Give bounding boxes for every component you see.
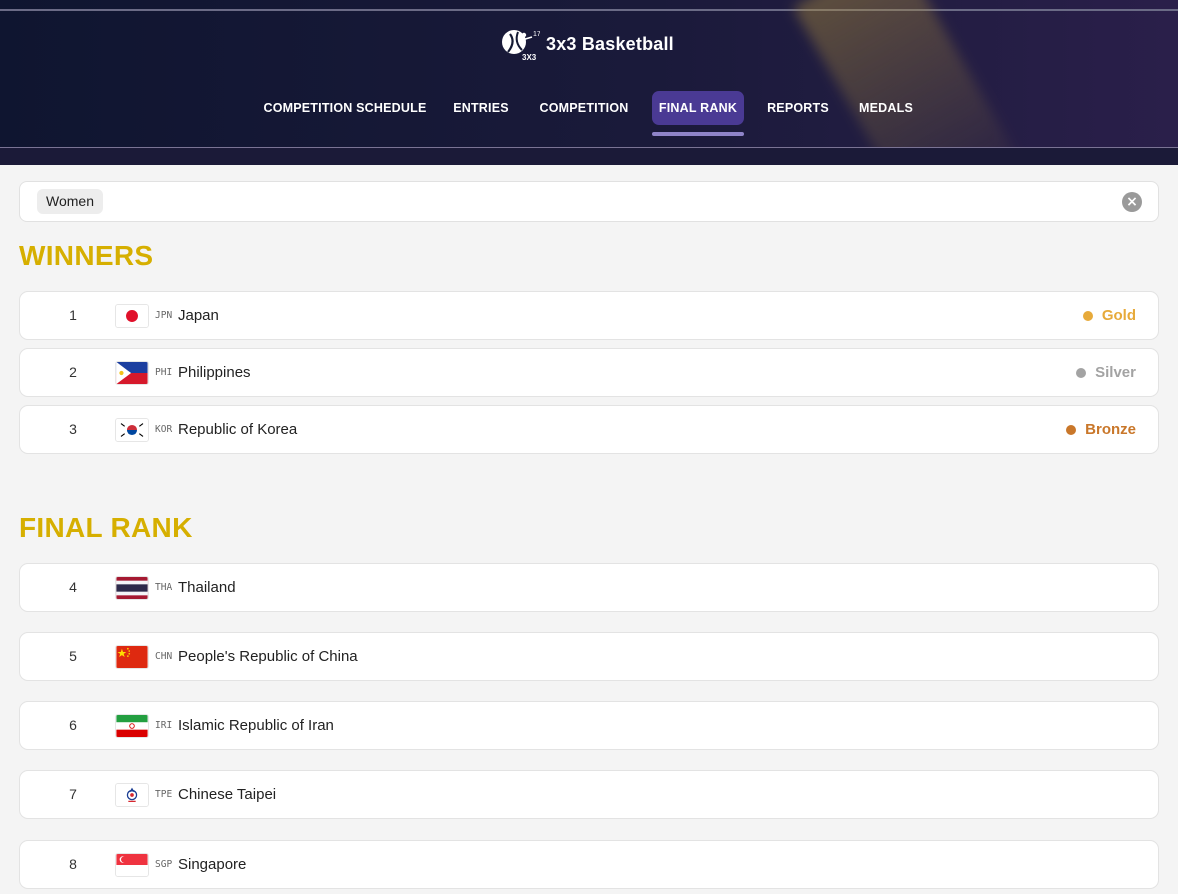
svg-text:17: 17 (533, 31, 540, 38)
filter-bar[interactable]: Women × (19, 181, 1159, 222)
rank-number: 3 (69, 421, 77, 437)
table-row[interactable]: 5 CHN People's Republic of China (19, 632, 1159, 681)
country-name[interactable]: Japan (178, 292, 219, 339)
winners-title: WINNERS (19, 240, 154, 271)
country-code: IRI (155, 720, 173, 731)
brand[interactable]: 17 3X3 3x3 Basketball (500, 26, 674, 62)
rank-number: 7 (69, 786, 77, 802)
iran-flag-icon (115, 714, 149, 738)
china-flag-icon (115, 645, 149, 669)
tab-medals[interactable]: MEDALS (855, 91, 917, 125)
table-row[interactable]: 1 JPN Japan Gold (19, 291, 1159, 340)
basketball-player-logo-icon: 17 3X3 (500, 26, 541, 62)
country-code: SGP (155, 859, 173, 870)
singapore-flag-icon (115, 853, 149, 877)
medal-text: Silver (1095, 364, 1136, 381)
chinese-taipei-flag-icon (115, 783, 149, 807)
medal-label: Silver (1076, 349, 1136, 396)
rank-number: 4 (69, 579, 77, 595)
tab-competition[interactable]: COMPETITION (536, 91, 632, 125)
bronze-medal-dot-icon (1066, 425, 1077, 435)
philippines-flag-icon (115, 361, 149, 385)
final-rank-title: FINAL RANK (19, 512, 193, 543)
gender-filter-chip[interactable]: Women (37, 189, 103, 214)
country-name[interactable]: People's Republic of China (178, 633, 358, 680)
rank-number: 8 (69, 856, 77, 872)
korea-flag-icon (115, 418, 149, 442)
country-name[interactable]: Thailand (178, 564, 236, 611)
tab-reports[interactable]: REPORTS (764, 91, 832, 125)
rank-number: 1 (69, 307, 77, 323)
rank-number: 2 (69, 364, 77, 380)
table-row[interactable]: 3 KOR Republic of Korea Bronze (19, 405, 1159, 454)
main-nav: COMPETITION SCHEDULE ENTRIES COMPETITION… (0, 91, 1178, 125)
country-name[interactable]: Islamic Republic of Iran (178, 702, 334, 749)
table-row[interactable]: 8 SGP Singapore (19, 840, 1159, 889)
table-row[interactable]: 2 PHI Philippines Silver (19, 348, 1159, 397)
country-name[interactable]: Republic of Korea (178, 406, 297, 453)
active-tab-indicator (652, 132, 744, 136)
country-name[interactable]: Philippines (178, 349, 251, 396)
app-title: 3x3 Basketball (546, 33, 674, 54)
country-code: KOR (155, 424, 173, 435)
svg-text:3X3: 3X3 (522, 53, 537, 62)
country-name[interactable]: Chinese Taipei (178, 771, 276, 818)
table-row[interactable]: 6 IRI Islamic Republic of Iran (19, 701, 1159, 750)
country-code: THA (155, 582, 173, 593)
country-code: CHN (155, 651, 173, 662)
table-row[interactable]: 4 THA Thailand (19, 563, 1159, 612)
tab-entries[interactable]: ENTRIES (450, 91, 512, 125)
medal-text: Gold (1101, 307, 1136, 324)
table-row[interactable]: 7 TPE Chinese Taipei (19, 770, 1159, 819)
gold-medal-dot-icon (1082, 311, 1093, 321)
thailand-flag-icon (115, 576, 149, 600)
header-light-streak (793, 0, 1027, 165)
tab-competition-schedule[interactable]: COMPETITION SCHEDULE (262, 91, 428, 125)
country-name[interactable]: Singapore (178, 841, 246, 888)
header-top-rule (0, 9, 1178, 11)
close-circle-icon[interactable]: × (1122, 192, 1142, 212)
tab-final-rank[interactable]: FINAL RANK (652, 91, 744, 125)
japan-flag-icon (115, 304, 149, 328)
country-code: TPE (155, 789, 173, 800)
header-bottom-band (0, 148, 1178, 165)
medal-label: Gold (1082, 292, 1136, 339)
rank-number: 6 (69, 717, 77, 733)
top-header: 17 3X3 3x3 Basketball COMPETITION SCHEDU… (0, 0, 1178, 165)
country-code: JPN (155, 310, 173, 321)
rank-number: 5 (69, 648, 77, 664)
country-code: PHI (155, 367, 173, 378)
medal-text: Bronze (1085, 421, 1136, 438)
medal-label: Bronze (1066, 406, 1136, 453)
silver-medal-dot-icon (1076, 368, 1087, 378)
